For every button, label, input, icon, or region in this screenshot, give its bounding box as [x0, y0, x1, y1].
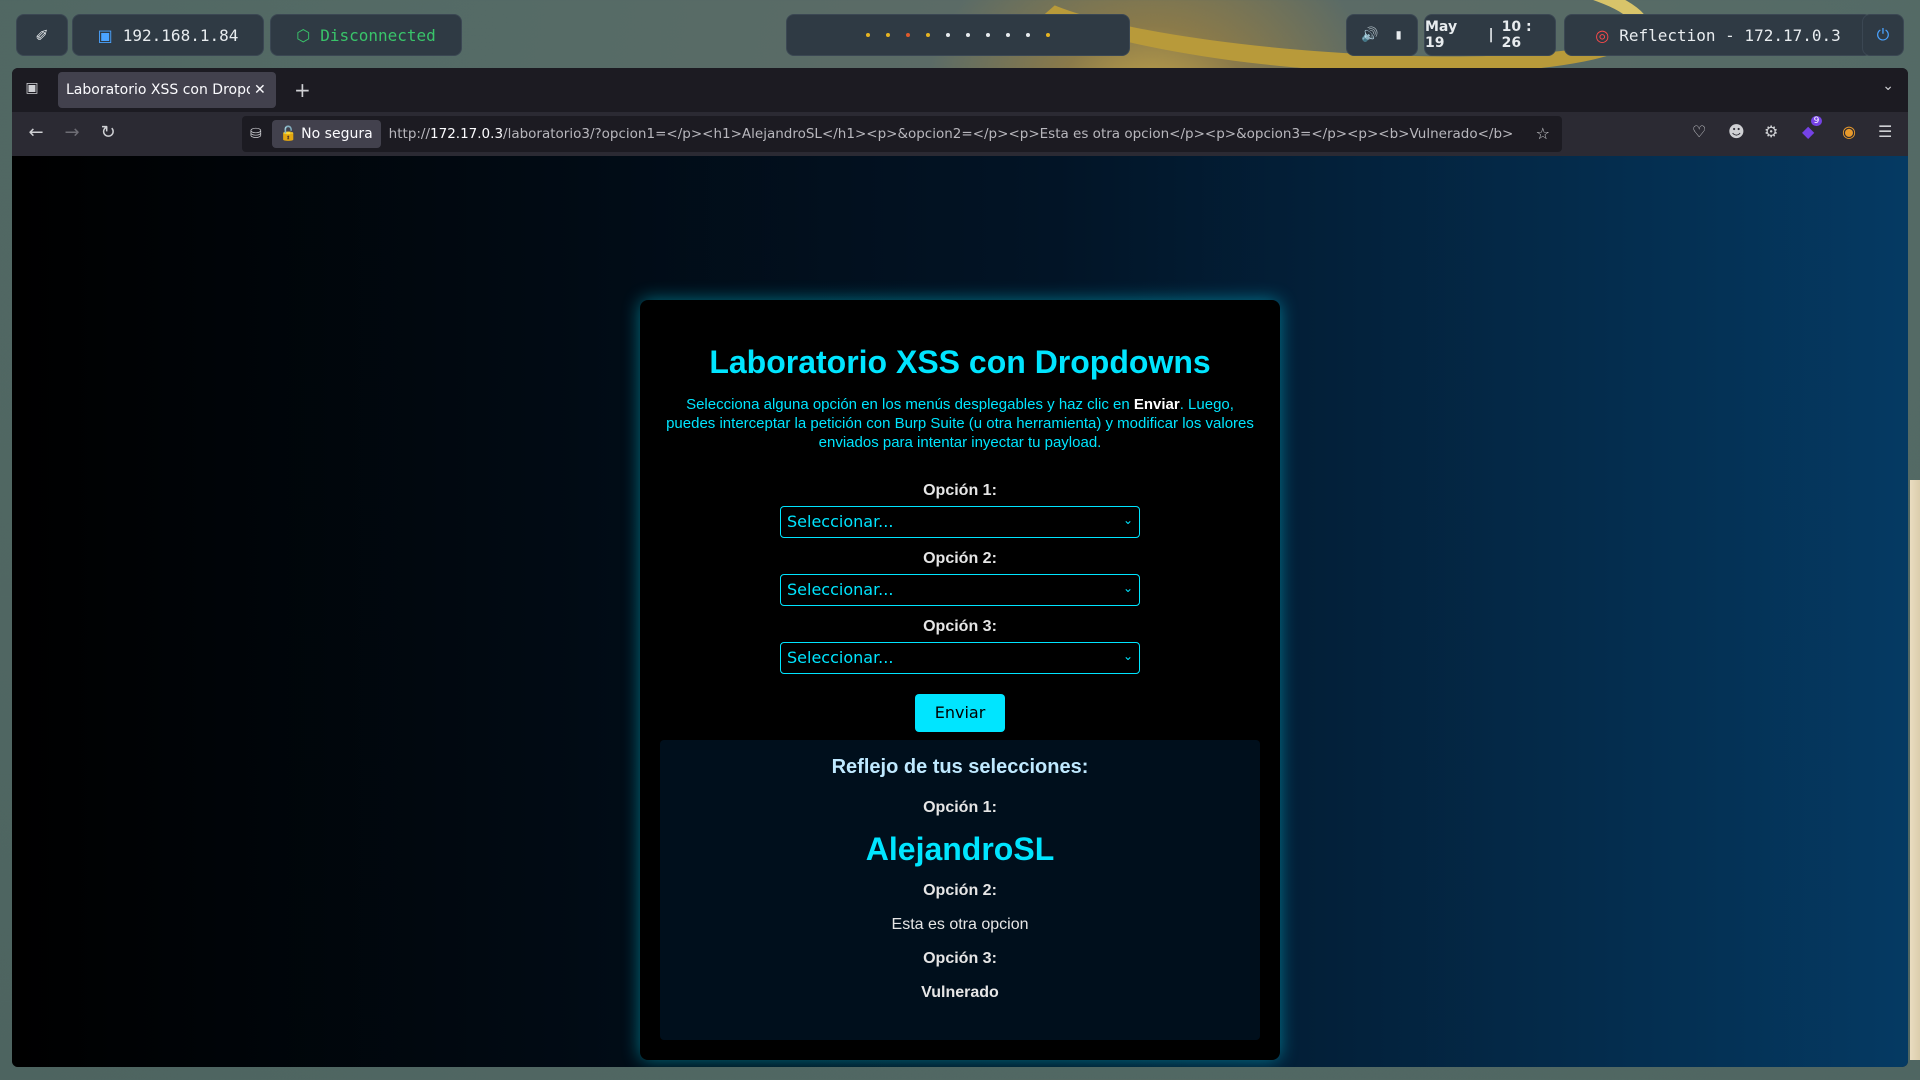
- close-tab-icon[interactable]: ✕: [254, 82, 266, 98]
- network-icon: ▣: [97, 25, 113, 45]
- kali-dragon-icon: ✐: [35, 25, 49, 45]
- chevron-down-icon: ⌄: [1122, 513, 1133, 527]
- menu-icon[interactable]: ☰: [1878, 122, 1892, 141]
- workspace-switcher[interactable]: [786, 14, 1130, 56]
- result-value-2: Esta es otra opcion: [891, 916, 1029, 933]
- vpn-widget[interactable]: ⬡ Disconnected: [270, 14, 462, 56]
- clock-widget[interactable]: May 19 | 10 : 26: [1424, 14, 1556, 56]
- addon-icon[interactable]: ◆ 9: [1802, 116, 1823, 141]
- date-separator: |: [1488, 27, 1494, 43]
- workspace-dot[interactable]: [1006, 33, 1010, 37]
- chevron-down-icon[interactable]: ⌄: [1882, 78, 1894, 94]
- workspace-dot[interactable]: [966, 33, 970, 37]
- url-path: /laboratorio3/?opcion1=</p><h1>Alejandro…: [503, 126, 1514, 142]
- security-label: No segura: [301, 126, 373, 142]
- navigation-bar: ← → ↻ ⛁ 🔓 No segura http://172.17.0.3/la…: [12, 112, 1908, 156]
- option2-value: Seleccionar...: [787, 580, 894, 599]
- workspace-dot[interactable]: [986, 33, 990, 37]
- power-icon: ⏻: [1876, 25, 1890, 44]
- tracking-shield-icon[interactable]: ⛁: [250, 126, 262, 142]
- date-label: May 19: [1425, 19, 1458, 51]
- tab-bar: ▣ Laboratorio XSS con Dropdowns ✕ + ⌄: [12, 68, 1908, 112]
- time-label: 10 : 26: [1501, 19, 1532, 51]
- option1-select[interactable]: Seleccionar... ⌄: [780, 506, 1140, 538]
- foxyproxy-icon[interactable]: ◉: [1842, 122, 1856, 141]
- ip-address: 192.168.1.84: [122, 25, 239, 45]
- reload-icon[interactable]: ↻: [96, 122, 120, 143]
- url-prefix: http://: [388, 126, 431, 142]
- workspace-dot[interactable]: [886, 33, 890, 37]
- tab-title: Laboratorio XSS con Dropdowns: [66, 82, 250, 98]
- bookmark-star-icon[interactable]: ☆: [1536, 124, 1550, 143]
- submit-button[interactable]: Enviar: [915, 694, 1005, 732]
- option3-select[interactable]: Seleccionar... ⌄: [780, 642, 1140, 674]
- workspace-dot[interactable]: [926, 33, 930, 37]
- lab-card: Laboratorio XSS con Dropdowns Selecciona…: [640, 300, 1280, 1060]
- option2-select[interactable]: Seleccionar... ⌄: [780, 574, 1140, 606]
- workspace-dot[interactable]: [1026, 33, 1030, 37]
- tab-active[interactable]: Laboratorio XSS con Dropdowns ✕: [58, 72, 276, 108]
- workspace-dot[interactable]: [906, 33, 910, 37]
- page-title: Laboratorio XSS con Dropdowns: [709, 344, 1211, 380]
- target-icon: ◎: [1595, 25, 1610, 45]
- result-label-2: Opción 2:: [923, 882, 997, 899]
- power-button[interactable]: ⏻: [1862, 14, 1904, 56]
- workspace-dot[interactable]: [1046, 33, 1050, 37]
- option2-label: Opción 2:: [923, 550, 997, 567]
- addon-badge: 9: [1810, 116, 1823, 126]
- url-text[interactable]: http://172.17.0.3/laboratorio3/?opcion1=…: [389, 126, 1537, 142]
- target-label: Reflection - 172.17.0.3: [1619, 25, 1841, 45]
- unlocked-padlock-icon: 🔓: [279, 126, 298, 142]
- browser-window: ▣ Laboratorio XSS con Dropdowns ✕ + ⌄ ← …: [12, 68, 1908, 1067]
- vpn-shield-icon: ⬡: [296, 25, 311, 45]
- reflection-panel: Reflejo de tus selecciones: Opción 1: Al…: [660, 740, 1260, 1040]
- wallpaper-decoration-right: [1910, 480, 1920, 1060]
- result-value-3: Vulnerado: [921, 984, 999, 1001]
- chevron-down-icon: ⌄: [1122, 581, 1133, 595]
- result-label-1: Opción 1:: [923, 799, 997, 816]
- os-menu-button[interactable]: ✐: [16, 14, 68, 56]
- workspace-dot[interactable]: [946, 33, 950, 37]
- tab-list-icon[interactable]: ▣: [22, 80, 42, 100]
- system-tray[interactable]: 🔊 ▮: [1346, 14, 1418, 56]
- result-label-3: Opción 3:: [923, 950, 997, 967]
- url-bar[interactable]: ⛁ 🔓 No segura http://172.17.0.3/laborato…: [242, 116, 1562, 152]
- desc-text: Selecciona alguna opción en los menús de…: [686, 396, 1134, 413]
- extensions-icon[interactable]: ⚙: [1764, 122, 1778, 141]
- pocket-icon[interactable]: ♡: [1692, 122, 1706, 141]
- security-indicator[interactable]: 🔓 No segura: [271, 120, 381, 148]
- volume-icon[interactable]: 🔊: [1361, 27, 1378, 43]
- battery-icon: ▮: [1394, 27, 1403, 43]
- new-tab-icon[interactable]: +: [294, 78, 311, 102]
- forward-icon[interactable]: →: [60, 122, 84, 143]
- result-value-1: AlejandroSL: [865, 831, 1055, 867]
- url-host: 172.17.0.3: [430, 126, 504, 142]
- account-icon[interactable]: ☻: [1728, 122, 1745, 141]
- workspace-dot[interactable]: [866, 33, 870, 37]
- option3-label: Opción 3:: [923, 618, 997, 635]
- target-widget[interactable]: ◎ Reflection - 172.17.0.3: [1564, 14, 1872, 56]
- option1-label: Opción 1:: [923, 482, 997, 499]
- page-viewport: Laboratorio XSS con Dropdowns Selecciona…: [12, 156, 1908, 1067]
- reflection-heading: Reflejo de tus selecciones:: [831, 756, 1089, 778]
- page-description: Selecciona alguna opción en los menús de…: [665, 395, 1255, 452]
- back-icon[interactable]: ←: [24, 122, 48, 143]
- option3-value: Seleccionar...: [787, 648, 894, 667]
- ip-widget[interactable]: ▣ 192.168.1.84: [72, 14, 264, 56]
- vpn-status: Disconnected: [320, 25, 436, 45]
- desc-bold: Enviar: [1133, 396, 1180, 413]
- chevron-down-icon: ⌄: [1122, 649, 1133, 663]
- option1-value: Seleccionar...: [787, 512, 894, 531]
